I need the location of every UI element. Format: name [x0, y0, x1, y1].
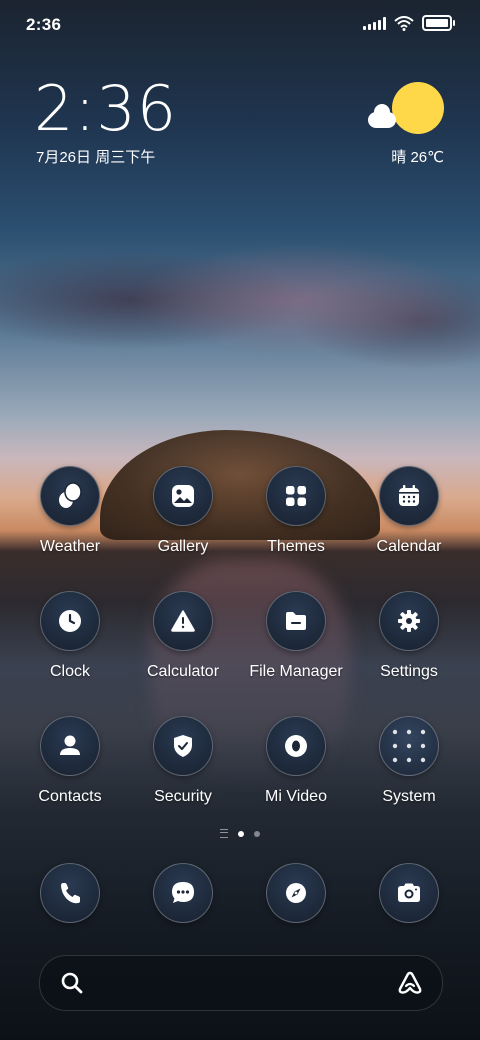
status-icons: [363, 15, 455, 31]
app-label: Settings: [380, 663, 438, 680]
calendar-icon: [379, 466, 439, 526]
page-dot-2[interactable]: [254, 830, 260, 837]
app-label: Weather: [39, 538, 101, 555]
app-label: System: [382, 788, 436, 805]
app-label: Themes: [267, 538, 325, 555]
app-weather[interactable]: Weather: [15, 466, 125, 556]
app-label: Gallery: [157, 538, 209, 555]
app-label: File Manager: [249, 663, 343, 680]
app-label: Contacts: [38, 788, 102, 805]
wifi-icon: [394, 15, 414, 31]
phone-icon: [40, 863, 100, 923]
weather-widget[interactable]: 晴 26℃: [364, 82, 444, 172]
folder-grid-icon: [379, 716, 439, 776]
clock-widget-time[interactable]: 2:36: [34, 74, 177, 144]
app-calculator[interactable]: Calculator: [128, 591, 238, 681]
clock-widget-date[interactable]: 7月26日 周三下午: [36, 146, 155, 167]
app-file-manager[interactable]: File Manager: [241, 591, 351, 681]
calculator-icon: [153, 591, 213, 651]
status-bar: 2:36: [0, 0, 480, 50]
app-calendar[interactable]: Calendar: [354, 466, 464, 556]
gear-icon: [379, 591, 439, 651]
app-gallery[interactable]: Gallery: [128, 466, 238, 556]
weather-icon: [40, 466, 100, 526]
browser-icon: [266, 863, 326, 923]
app-label: Mi Video: [265, 788, 327, 805]
themes-icon: [266, 466, 326, 526]
gallery-icon: [153, 466, 213, 526]
app-label: Clock: [49, 663, 90, 680]
app-label: Calculator: [146, 663, 220, 680]
app-label: Calendar: [376, 538, 442, 555]
camera-icon: [379, 863, 439, 923]
battery-icon: [422, 15, 455, 31]
video-icon: [266, 716, 326, 776]
app-security[interactable]: Security: [128, 716, 238, 806]
search-icon[interactable]: [60, 971, 84, 995]
battery-fill: [426, 19, 448, 27]
app-clock[interactable]: Clock: [15, 591, 125, 681]
page-indicator[interactable]: [0, 829, 480, 838]
app-themes[interactable]: Themes: [241, 466, 351, 556]
status-time: 2:36: [26, 15, 62, 34]
clock-icon: [40, 591, 100, 651]
app-settings[interactable]: Settings: [354, 591, 464, 681]
dock-camera[interactable]: [354, 863, 464, 923]
search-bar[interactable]: [39, 955, 443, 1011]
messages-icon: [153, 863, 213, 923]
contacts-icon: [40, 716, 100, 776]
app-folder-system[interactable]: System: [354, 716, 464, 806]
app-mi-video[interactable]: Mi Video: [241, 716, 351, 806]
shield-icon: [153, 716, 213, 776]
signal-icon: [363, 16, 386, 30]
page-list-icon[interactable]: [220, 829, 228, 838]
assistant-icon[interactable]: [396, 970, 424, 996]
dock-messages[interactable]: [128, 863, 238, 923]
dock-browser[interactable]: [241, 863, 351, 923]
app-label: Security: [154, 788, 212, 805]
weather-widget-text: 晴 26℃: [391, 149, 444, 166]
folder-icon: [266, 591, 326, 651]
page-dot-1[interactable]: [238, 830, 244, 837]
app-contacts[interactable]: Contacts: [15, 716, 125, 806]
dock-phone[interactable]: [15, 863, 125, 923]
